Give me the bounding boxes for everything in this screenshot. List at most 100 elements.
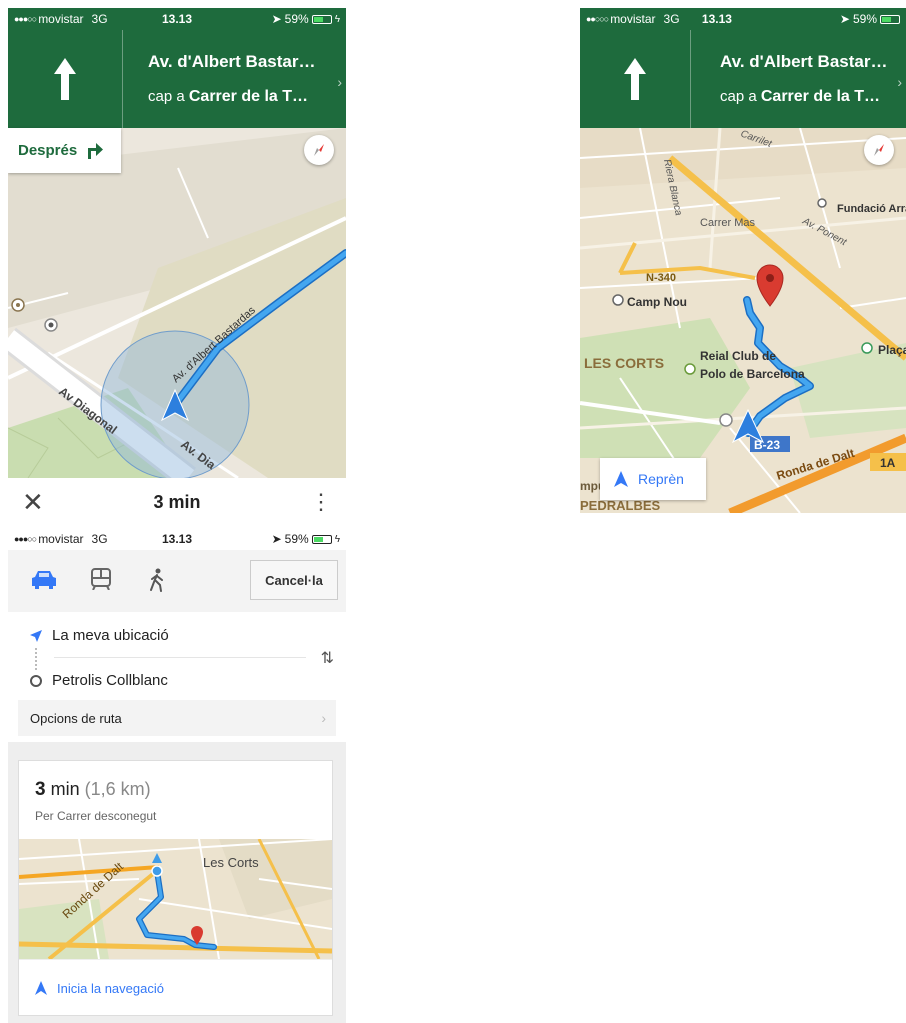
battery-percent: 59% [284, 532, 309, 546]
map-label-pedralbes: PEDRALBES [580, 498, 661, 513]
poi-marker-icon[interactable] [817, 198, 827, 208]
map-label-n340: N-340 [646, 272, 676, 284]
status-right: ➤ 59% ϟ [272, 532, 340, 546]
next-turn-label: Després [18, 142, 78, 159]
map-canvas[interactable]: Av. d'Albert Bastardas Av Diagonal Av. D… [8, 128, 346, 489]
route-summary: 3 min (1,6 km) [35, 779, 151, 801]
mini-map-label-les-corts: Les Corts [203, 855, 259, 870]
toward-line: cap a Carrer de la T… [148, 88, 308, 106]
poi-marker-icon[interactable] [612, 294, 624, 306]
toward-prefix: cap a [148, 88, 185, 105]
origin-label: La meva ubicació [52, 627, 169, 644]
car-icon[interactable] [30, 568, 58, 590]
location-arrow-icon: ➤ [839, 12, 850, 26]
signal-strength: ●●●○○ [14, 14, 37, 24]
straight-arrow-icon [624, 58, 646, 100]
navigation-map[interactable]: Av. d'Albert Bastardas Av Diagonal Av. D… [8, 128, 346, 489]
more-options-icon[interactable]: ⋮ [310, 491, 332, 513]
resume-navigation-button[interactable]: Reprèn [600, 458, 706, 500]
map-label-les-corts: LES CORTS [584, 355, 664, 371]
charging-icon: ϟ [334, 13, 340, 25]
route-card[interactable]: 3 min (1,6 km) Per Carrer desconegut Les… [18, 760, 333, 1016]
destination-field[interactable]: Petrolis Collblanc [30, 672, 168, 689]
route-distance: (1,6 km) [84, 779, 151, 799]
route-preview-map[interactable]: Les Corts Ronda de Dalt [19, 839, 332, 959]
signal-strength: ●●●○○ [14, 534, 37, 544]
map-canvas[interactable]: Carrilet Riera Blanca Carrer Mas Av. Pon… [580, 127, 906, 513]
status-bar: ●●●○○ movistar 3G 13.13 ➤ 59% ϟ [8, 8, 346, 30]
turn-right-icon [88, 142, 104, 159]
map-label-reial-club: Reial Club de [700, 349, 776, 363]
start-navigation-label: Inicia la navegació [57, 980, 164, 996]
network-type: 3G [663, 12, 680, 26]
resume-navigation-label: Reprèn [638, 471, 684, 487]
compass-button[interactable] [304, 135, 334, 165]
signal-strength: ●●○○○ [586, 14, 609, 24]
location-arrow-icon: ➤ [271, 532, 282, 546]
transit-icon[interactable] [90, 568, 112, 590]
compass-icon [874, 144, 884, 156]
battery-icon [311, 14, 332, 24]
toward-street: Carrer de la T… [760, 88, 881, 105]
map-label-b23: B-23 [754, 438, 780, 452]
straight-arrow-icon [54, 58, 76, 100]
carrier-name: movistar [610, 12, 656, 26]
battery-icon [311, 534, 332, 544]
status-right: ➤ 59% ϟ [272, 12, 340, 26]
map-label-1a: 1A [880, 456, 896, 470]
mini-map-canvas: Les Corts Ronda de Dalt [19, 839, 332, 959]
route-options-label: Opcions de ruta [30, 710, 122, 726]
route-options-button[interactable]: Opcions de ruta › [18, 700, 336, 736]
map-label-placa: Plaça [878, 343, 906, 357]
start-navigation-button[interactable]: Inicia la navegació [19, 959, 332, 1016]
maneuver-street: Av. d'Albert Bastar… [720, 52, 888, 71]
status-bar: ●●○○○ movistar 3G 13.13 ➤ 59% [580, 8, 906, 30]
battery-percent: 59% [852, 12, 877, 26]
battery-icon [880, 14, 900, 24]
walking-icon[interactable] [148, 568, 166, 592]
status-right: ➤ 59% [840, 12, 900, 26]
navigation-arrow-icon [35, 981, 47, 995]
swap-endpoints-icon[interactable]: ⇅ [321, 648, 334, 668]
cancel-button[interactable]: Cancel·la [250, 560, 338, 600]
route-start-dot-icon [151, 865, 163, 877]
origin-field[interactable]: La meva ubicació [30, 627, 169, 644]
overview-map[interactable]: Carrilet Riera Blanca Carrer Mas Av. Pon… [580, 127, 906, 513]
my-location-arrow-icon [30, 629, 42, 642]
endpoint-connector [35, 648, 37, 670]
navigation-bottom-bar: ✕ 3 min ⋮ [8, 478, 346, 520]
travel-mode-bar: Cancel·la [8, 550, 346, 613]
destination-circle-icon [30, 674, 42, 687]
compass-button[interactable] [864, 135, 894, 165]
charging-icon: ϟ [334, 533, 340, 545]
chevron-right-icon: › [337, 74, 342, 90]
network-type: 3G [91, 12, 108, 26]
carrier-name: movistar [38, 532, 84, 546]
route-endpoints: La meva ubicació Petrolis Collblanc ⇅ Op… [8, 612, 346, 742]
compass-icon [314, 144, 324, 156]
battery-percent: 59% [284, 12, 309, 26]
navigation-arrow-icon [614, 471, 628, 487]
carrier-name: movistar [38, 12, 84, 26]
route-via: Per Carrer desconegut [35, 809, 157, 823]
navigation-screen: ●●●○○ movistar 3G 13.13 ➤ 59% ϟ Av. d'Al… [8, 8, 346, 520]
route-duration-unit: min [50, 779, 80, 799]
maneuver-box [8, 30, 123, 128]
map-label-carrer-mas: Carrer Mas [700, 217, 756, 229]
toward-prefix: cap a [720, 88, 757, 105]
poi-marker-icon[interactable] [861, 342, 873, 354]
map-label-fundacio: Fundació Arra [837, 203, 906, 215]
chevron-right-icon: › [321, 710, 326, 726]
poi-marker-icon[interactable] [719, 413, 733, 427]
destination-label: Petrolis Collblanc [52, 672, 168, 689]
route-results: 3 min (1,6 km) Per Carrer desconegut Les… [8, 742, 346, 1023]
clock: 13.13 [161, 532, 193, 546]
poi-marker-icon[interactable] [684, 363, 696, 375]
clock: 13.13 [161, 12, 193, 26]
network-type: 3G [91, 532, 108, 546]
endpoint-divider [54, 657, 306, 658]
maneuver-box [580, 30, 691, 128]
clock: 13.13 [701, 12, 732, 26]
navigation-header[interactable]: Av. d'Albert Bastar… cap a Carrer de la … [8, 30, 346, 128]
navigation-header[interactable]: Av. d'Albert Bastar… cap a Carrer de la … [580, 30, 906, 128]
